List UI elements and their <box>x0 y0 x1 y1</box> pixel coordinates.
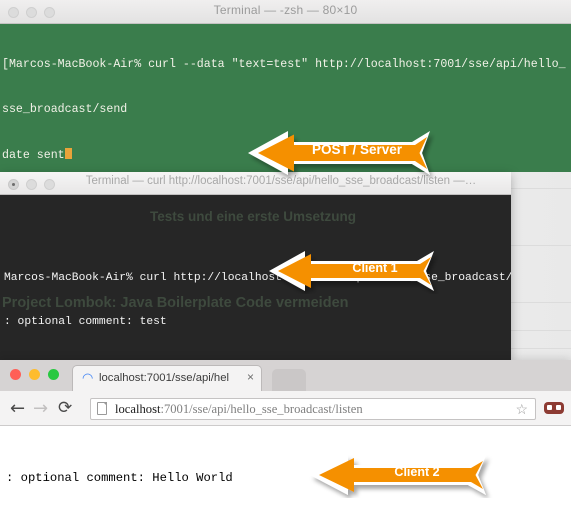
bleed-through-text: Project Lombok: Java Boilerplate Code ve… <box>2 295 349 311</box>
page-line: : optional comment: Hello World <box>6 471 233 486</box>
chrome-browser-window[interactable]: ◠ localhost:7001/sse/api/hel × ← → ⟳ loc… <box>0 360 571 520</box>
url-host: localhost <box>115 402 161 416</box>
page-content: : optional comment: Hello World data: Su… <box>0 426 571 520</box>
back-icon[interactable]: ← <box>10 399 25 418</box>
url-path: :7001/sse/api/hello_sse_broadcast/listen <box>160 402 363 416</box>
terminal-dark-titlebar[interactable]: Terminal — curl http://localhost:7001/ss… <box>0 172 511 195</box>
zoom-button[interactable] <box>48 369 59 380</box>
chrome-tab-strip[interactable]: ◠ localhost:7001/sse/api/hel × <box>0 360 571 391</box>
annotation-label-post-server: POST / Server <box>311 142 403 157</box>
tab-close-icon[interactable]: × <box>247 371 254 384</box>
minimize-button[interactable] <box>26 179 37 190</box>
terminal-line: : optional comment: test <box>4 315 167 328</box>
browser-tab[interactable]: ◠ localhost:7001/sse/api/hel × <box>72 365 262 391</box>
terminal-line: [Marcos-MacBook-Air% curl --data "text=t… <box>2 58 566 72</box>
terminal-dark-title: Terminal — curl http://localhost:7001/ss… <box>85 175 477 187</box>
zoom-button[interactable] <box>44 179 55 190</box>
address-bar[interactable]: localhost:7001/sse/api/hello_sse_broadca… <box>90 398 536 420</box>
terminal-green-titlebar[interactable]: Terminal — -zsh — 80×10 <box>0 0 571 24</box>
terminal-line: Marcos-MacBook-Air% curl http://localhos… <box>4 271 511 284</box>
tab-loading-spinner-icon: ◠ <box>82 370 94 385</box>
incognito-icon[interactable] <box>544 402 564 415</box>
bookmark-star-icon[interactable]: ☆ <box>515 402 528 417</box>
page-document-icon <box>97 402 107 415</box>
address-bar-url: localhost:7001/sse/api/hello_sse_broadca… <box>115 402 363 417</box>
chrome-toolbar[interactable]: ← → ⟳ localhost:7001/sse/api/hello_sse_b… <box>0 391 571 426</box>
terminal-dark-output[interactable]: Tests und eine erste Umsetzung Project L… <box>0 195 511 360</box>
terminal-line: date sent <box>2 147 571 163</box>
close-button[interactable] <box>10 369 21 380</box>
bleed-through-text: Tests und eine erste Umsetzung <box>150 209 357 224</box>
window-controls[interactable] <box>8 179 55 190</box>
terminal-green-title: Terminal — -zsh — 80×10 <box>213 3 358 17</box>
annotation-label-client-1: Client 1 <box>352 261 398 275</box>
close-button[interactable] <box>8 179 19 190</box>
tab-title: localhost:7001/sse/api/hel <box>99 372 230 384</box>
minimize-button[interactable] <box>29 369 40 380</box>
terminal-window-client1[interactable]: Terminal — curl http://localhost:7001/ss… <box>0 172 511 360</box>
terminal-window-server[interactable]: Terminal — -zsh — 80×10 [Marcos-MacBook-… <box>0 0 571 172</box>
incognito-eye-left <box>547 405 552 410</box>
annotation-label-client-2: Client 2 <box>394 465 440 479</box>
new-tab-button[interactable] <box>272 369 306 391</box>
window-controls[interactable] <box>10 369 59 380</box>
forward-icon[interactable]: → <box>33 399 48 418</box>
incognito-eye-right <box>556 405 561 410</box>
reload-icon[interactable]: ⟳ <box>58 399 72 418</box>
terminal-green-output[interactable]: [Marcos-MacBook-Air% curl --data "text=t… <box>0 24 571 172</box>
block-cursor-icon <box>64 147 72 159</box>
terminal-line: sse_broadcast/send <box>2 103 128 117</box>
